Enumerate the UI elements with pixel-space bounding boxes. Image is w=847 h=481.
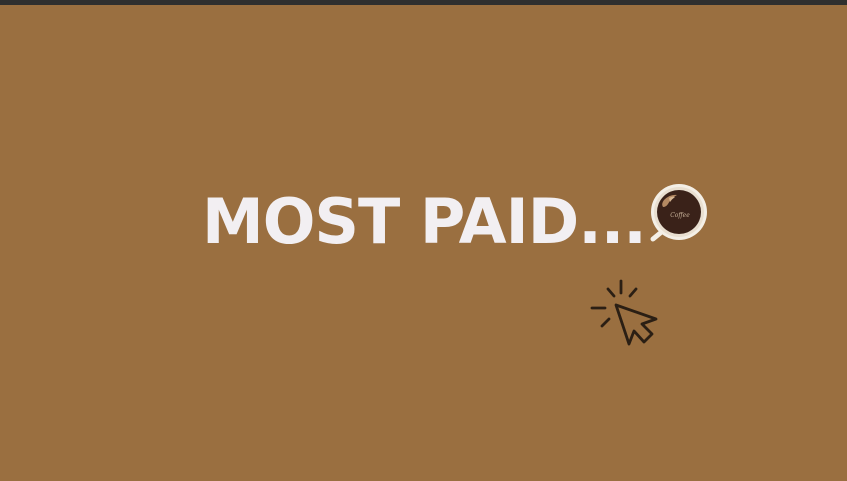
cup-text: Coffee	[670, 212, 690, 219]
coffee-cup-icon: Coffee	[650, 184, 707, 242]
headline: MOST PAID...	[202, 185, 647, 258]
click-cursor-icon	[590, 279, 658, 346]
top-bar	[0, 0, 847, 5]
